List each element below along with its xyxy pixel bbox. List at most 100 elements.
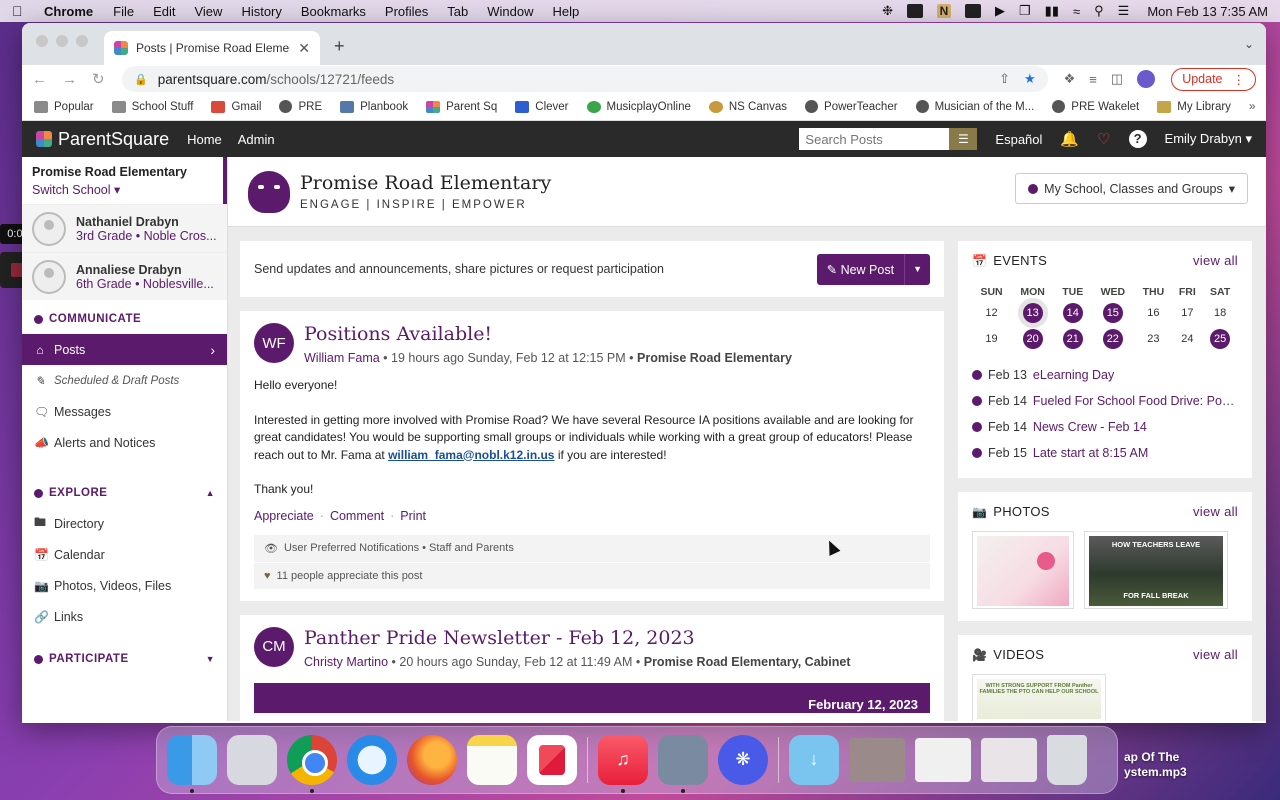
menu-tab[interactable]: Tab xyxy=(447,4,468,19)
chrome-icon[interactable] xyxy=(287,735,337,793)
new-post-dropdown-icon[interactable]: ▼ xyxy=(905,254,930,285)
five-app-status-icon[interactable] xyxy=(965,4,982,18)
bookmark-ns-canvas[interactable]: NS Canvas xyxy=(708,100,787,113)
bookmark-musician[interactable]: Musician of the M... xyxy=(915,100,1034,113)
switch-school-link[interactable]: Switch School ▾ xyxy=(32,182,213,197)
post-title[interactable]: Panther Pride Newsletter - Feb 12, 2023 xyxy=(304,627,851,649)
new-post-button[interactable]: ✎ New Post xyxy=(817,253,906,285)
calendar-day-event[interactable]: 15 xyxy=(1091,300,1134,326)
close-tab-icon[interactable]: ✕ xyxy=(298,40,310,57)
menubar-clock[interactable]: Mon Feb 13 7:35 AM xyxy=(1147,4,1268,19)
side-panel-icon[interactable]: ◫ xyxy=(1111,71,1123,87)
firefox-icon[interactable] xyxy=(407,735,457,785)
menu-file[interactable]: File xyxy=(113,4,134,19)
minimized-window-photo[interactable] xyxy=(849,738,905,782)
tab-search-chevron-icon[interactable]: ⌄ xyxy=(1244,37,1254,51)
email-link[interactable]: william_fama@nobl.k12.in.us xyxy=(388,448,554,462)
sidebar-item-photos[interactable]: 📷 Photos, Videos, Files xyxy=(22,570,227,601)
calendar-day-event[interactable]: 21 xyxy=(1054,326,1091,352)
photos-view-all-link[interactable]: view all xyxy=(1193,504,1238,519)
trash-icon[interactable] xyxy=(1047,735,1087,785)
nav-admin[interactable]: Admin xyxy=(238,132,275,147)
author-avatar[interactable]: CM xyxy=(254,626,294,667)
forward-arrow-icon[interactable]: → xyxy=(62,71,77,88)
sidebar-item-alerts[interactable]: 📣 Alerts and Notices xyxy=(22,427,227,458)
back-arrow-icon[interactable]: ← xyxy=(32,71,47,88)
print-link[interactable]: Print xyxy=(400,509,426,523)
n-app-status-icon[interactable]: N xyxy=(937,4,952,18)
photo-thumbnail[interactable]: HOW TEACHERS LEAVE FOR FALL BREAK xyxy=(1084,531,1228,609)
new-tab-plus-icon[interactable]: + xyxy=(334,36,345,57)
calendar-day-event[interactable]: 14 xyxy=(1054,300,1091,326)
sidebar-item-calendar[interactable]: 📅 Calendar xyxy=(22,539,227,570)
minimized-window-music[interactable] xyxy=(915,738,971,782)
menu-bookmarks[interactable]: Bookmarks xyxy=(301,4,366,19)
bookmark-pre-wakelet[interactable]: PRE Wakelet xyxy=(1052,100,1139,113)
music-icon[interactable]: ♫ xyxy=(598,735,648,793)
screen-recorder-icon[interactable]: ❋ xyxy=(718,735,768,785)
post-title[interactable]: Positions Available! xyxy=(304,323,792,345)
help-icon[interactable]: ? xyxy=(1128,130,1147,148)
bookmark-powerteacher[interactable]: PowerTeacher xyxy=(805,100,898,113)
bookmark-school-stuff[interactable]: School Stuff xyxy=(111,100,193,113)
minimize-window-button[interactable] xyxy=(56,35,68,47)
event-item[interactable]: Feb 15 Late start at 8:15 AM xyxy=(972,440,1238,466)
event-item[interactable]: Feb 13 eLearning Day xyxy=(972,362,1238,388)
bell-icon[interactable]: 🔔 xyxy=(1060,130,1079,148)
section-participate[interactable]: PARTICIPATE ▼ xyxy=(22,644,227,674)
desktop-file[interactable]: ap Of The ystem.mp3 xyxy=(1124,750,1187,780)
language-toggle[interactable]: Español xyxy=(995,132,1042,147)
wifi-icon[interactable]: ≈ xyxy=(1073,4,1080,19)
student-nathaniel[interactable]: Nathaniel Drabyn 3rd Grade • Noble Cros.… xyxy=(22,204,227,252)
search-filter-icon[interactable]: ☰ xyxy=(949,128,978,150)
battery-icon[interactable]: ▮▮ xyxy=(1045,3,1059,19)
bookmarks-overflow-icon[interactable]: » xyxy=(1249,101,1255,113)
menu-profiles[interactable]: Profiles xyxy=(385,4,428,19)
post-appreciations[interactable]: ♥ 11 people appreciate this post xyxy=(254,562,930,589)
videos-view-all-link[interactable]: view all xyxy=(1193,647,1238,662)
calendar-day-today[interactable]: 13 xyxy=(1011,300,1054,326)
calendar-day[interactable]: 24 xyxy=(1172,326,1202,352)
downloads-folder-icon[interactable]: ↓ xyxy=(789,735,839,785)
reload-icon[interactable]: ↻ xyxy=(92,70,106,88)
event-item[interactable]: Feb 14 News Crew - Feb 14 xyxy=(972,414,1238,440)
close-window-button[interactable] xyxy=(36,35,48,47)
reading-list-icon[interactable]: ≡ xyxy=(1089,72,1097,87)
sidebar-item-scheduled[interactable]: ✎ Scheduled & Draft Posts xyxy=(22,365,227,396)
bookmark-gmail[interactable]: Gmail xyxy=(211,100,261,113)
events-view-all-link[interactable]: view all xyxy=(1193,253,1238,268)
sidebar-item-links[interactable]: 🔗 Links xyxy=(22,601,227,632)
menu-history[interactable]: History xyxy=(241,4,281,19)
share-icon[interactable]: ⇧ xyxy=(999,71,1010,87)
extensions-puzzle-icon[interactable]: ❖ xyxy=(1064,71,1076,87)
preview-icon[interactable] xyxy=(658,735,708,793)
user-menu[interactable]: Emily Drabyn ▾ xyxy=(1165,131,1252,147)
calendar-day[interactable]: 18 xyxy=(1202,300,1238,326)
sidebar-item-posts[interactable]: ⌂ Posts › xyxy=(22,334,227,365)
finder-icon[interactable] xyxy=(167,735,217,793)
menu-help[interactable]: Help xyxy=(553,4,580,19)
appreciate-link[interactable]: Appreciate xyxy=(254,509,314,523)
heart-icon[interactable]: ♡ xyxy=(1097,130,1110,148)
address-bar[interactable]: 🔒 parentsquare.com/schools/12721/feeds ⇧… xyxy=(122,66,1048,92)
display-status-icon[interactable] xyxy=(907,4,924,18)
lock-icon[interactable]: 🔒 xyxy=(134,73,148,86)
bookmark-pre[interactable]: PRE xyxy=(279,100,322,113)
menu-view[interactable]: View xyxy=(194,4,222,19)
play-status-icon[interactable]: ▶ xyxy=(995,3,1005,19)
browser-tab[interactable]: Posts | Promise Road Elementa ✕ xyxy=(104,31,320,65)
menu-edit[interactable]: Edit xyxy=(153,4,175,19)
parentsquare-logo[interactable]: ParentSquare xyxy=(36,129,169,150)
chrome-update-button[interactable]: Update ⋮ xyxy=(1171,67,1256,91)
post-author[interactable]: William Fama xyxy=(304,351,380,365)
search-posts-input[interactable] xyxy=(799,128,950,150)
bookmark-parent-sq[interactable]: Parent Sq xyxy=(426,100,497,113)
feed-scope-dropdown[interactable]: My School, Classes and Groups ▾ xyxy=(1015,173,1248,204)
gear-status-icon[interactable]: ❉ xyxy=(882,3,893,19)
bookmark-musicplay[interactable]: MusicplayOnline xyxy=(586,100,691,113)
news-icon[interactable] xyxy=(527,735,577,785)
video-thumbnail[interactable]: WITH STRONG SUPPORT FROM Panther FAMILIE… xyxy=(972,674,1106,721)
calendar-day[interactable]: 16 xyxy=(1134,300,1172,326)
window-status-icon[interactable]: ❐ xyxy=(1019,3,1031,19)
minimized-window-chrome[interactable] xyxy=(981,738,1037,782)
